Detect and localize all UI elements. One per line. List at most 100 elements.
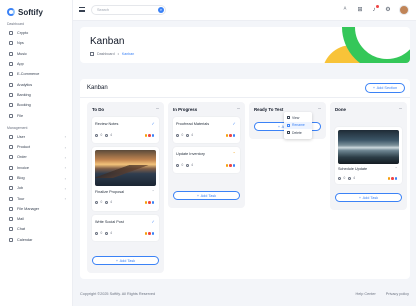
task-cover-image [338,130,399,164]
sidebar-item-ecommerce[interactable]: E-Commerce [0,69,72,79]
more-horizontal-icon[interactable]: ··· [237,106,241,112]
sidebar-item-file-manager[interactable]: File Manager [0,204,72,214]
sidebar-item-label: Blog [17,176,25,180]
chevron-right-icon: › [64,196,66,202]
sidebar-item-label: E-Commerce [17,72,40,77]
app-logo[interactable]: Softify [0,0,72,18]
task-card[interactable]: Finalize Proposal ⌃ 0 4 [92,147,159,211]
sidebar-item-booking[interactable]: Booking [0,100,72,110]
column-title: In Progress [173,106,198,112]
translate-icon[interactable]: ᴬ [342,7,348,13]
comment-icon [176,133,179,137]
sidebar-item-nps[interactable]: Nps [0,38,72,48]
add-task-button[interactable]: + Add Task [335,193,402,202]
order-icon [9,155,13,160]
sidebar-item-order[interactable]: Order › [0,152,72,162]
more-horizontal-icon[interactable]: ··· [156,106,160,112]
priority-icon: ⌃ [394,166,398,171]
column-title: Ready To Test [254,106,284,112]
comment-icon [95,200,98,204]
user-avatar[interactable] [399,5,409,15]
task-card[interactable]: Schedule Update ⌃ 0 4 [335,127,402,184]
help-center-link[interactable]: Help Center [356,292,376,296]
menu-item-label: Delete [292,130,302,135]
column-menu-popup: View Rename Delete [284,112,312,139]
menu-item-view[interactable]: View [284,114,312,122]
search-input[interactable]: Search ⌕ [91,5,166,15]
plus-icon: + [196,193,200,198]
sidebar: Softify Dashboard Crypto Nps Music App E… [0,0,73,306]
sidebar-item-calendar[interactable]: Calendar [0,235,72,245]
attachment-icon [104,231,108,235]
product-icon [9,145,13,150]
cart-icon [9,72,13,77]
avatar [393,176,398,181]
sidebar-item-file[interactable]: File [0,110,72,120]
sidebar-item-music[interactable]: Music [0,49,72,59]
task-title: Schedule Update [338,167,368,171]
sidebar-item-job[interactable]: Job › [0,183,72,193]
sidebar-item-label: File [17,113,24,118]
add-task-label: Add Task [362,195,379,200]
task-title: Write Social Post [95,220,124,224]
task-meta: 0 4 [95,200,112,204]
sidebar-item-label: Booking [17,103,31,108]
sidebar-item-mail[interactable]: Mail [0,214,72,224]
task-meta: 0 4 [176,163,193,167]
sidebar-item-chat[interactable]: Chat [0,224,72,234]
add-task-button[interactable]: + Add Task [92,256,159,265]
sidebar-item-user[interactable]: User › [0,132,72,142]
chevron-right-icon: › [64,154,66,160]
assignee-avatars [143,231,155,236]
board-title: Kanban [87,85,108,91]
sidebar-item-invoice[interactable]: Invoice › [0,163,72,173]
blog-icon [9,176,13,180]
hamburger-menu-icon[interactable] [79,7,85,12]
copyright-text: Copyright ©2025 Softify. All Rights Rese… [80,292,156,296]
page-header: Kanban Dashboard • Kanban [80,27,410,63]
attachment-icon [185,163,189,167]
breadcrumb-home[interactable]: Dashboard [97,52,115,56]
add-section-button[interactable]: + Add Section [365,83,405,93]
task-cover-image [95,150,156,186]
sidebar-item-label: Chat [17,227,26,232]
comment-count: 0 [343,176,346,180]
avatar [150,231,155,236]
task-title: Proofread Materials [176,122,210,126]
apps-icon[interactable]: ⊞ [357,7,363,13]
more-horizontal-icon[interactable]: ··· [318,106,322,112]
sidebar-item-label: Invoice [17,165,30,170]
menu-item-delete[interactable]: Delete [284,129,312,137]
sidebar-item-crypto[interactable]: Crypto [0,28,72,38]
avatar [150,133,155,138]
attachment-count: 4 [191,163,194,167]
column-header: Done ··· [330,102,407,116]
sidebar-item-analytics[interactable]: Analytics [0,79,72,89]
sidebar-item-blog[interactable]: Blog › [0,173,72,183]
privacy-policy-link[interactable]: Privacy policy [386,292,409,296]
sidebar-item-banking[interactable]: Banking [0,90,72,100]
assignee-avatars [386,176,398,181]
assignee-avatars [224,163,236,168]
task-card[interactable]: Proofread Materials ✓ 0 4 [173,117,240,143]
comment-count: 0 [181,163,184,167]
menu-item-rename[interactable]: Rename [284,121,312,129]
add-task-button[interactable]: + Add Task [173,191,240,200]
bitcoin-icon [9,31,13,36]
gear-icon[interactable]: ⚙ [385,7,391,13]
sidebar-item-tour[interactable]: Tour › [0,193,72,203]
more-horizontal-icon[interactable]: ··· [399,106,403,112]
sidebar-item-label: File Manager [17,206,40,211]
task-card[interactable]: Write Social Post ✓ 0 4 [92,215,159,241]
task-card[interactable]: Update Inventory ⌃ 0 4 [173,147,240,173]
sidebar-item-app[interactable]: App [0,59,72,69]
sidebar-item-label: Order [17,155,27,160]
invoice-icon [9,165,13,170]
footer: Copyright ©2025 Softify. All Rights Rese… [73,286,416,306]
search-icon[interactable]: ⌕ [158,7,164,13]
notification-badge [376,5,379,8]
menu-item-label: Rename [292,123,305,128]
sidebar-item-product[interactable]: Product › [0,142,72,152]
task-card[interactable]: Review Notes ✓ 0 4 [92,117,159,143]
bell-icon[interactable]: ♪ [371,5,379,13]
